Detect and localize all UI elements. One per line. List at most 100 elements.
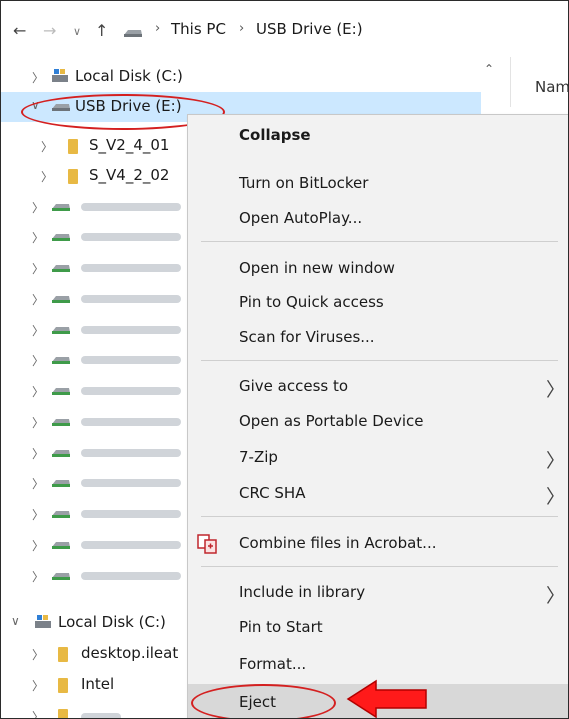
network-drive-icon (52, 204, 70, 211)
chevron-right-icon[interactable]: 〉 (32, 260, 44, 277)
tree-item-label: Intel (81, 675, 115, 693)
network-drive-icon (52, 265, 70, 272)
tree-item-label: desktop.ileat (81, 644, 179, 662)
network-drive-icon (52, 511, 70, 518)
redacted-label (81, 233, 181, 241)
tree-item-label: Local Disk (C:) (58, 613, 166, 631)
breadcrumb-this-pc[interactable]: This PC (171, 20, 226, 38)
chevron-right-icon[interactable]: 〉 (32, 414, 44, 431)
drive-icon (124, 30, 142, 37)
network-drive-icon (52, 480, 70, 487)
redacted-label (81, 326, 181, 334)
chevron-right-icon[interactable]: 〉 (32, 69, 44, 86)
chevron-right-icon[interactable]: 〉 (32, 199, 44, 216)
chevron-right-icon[interactable]: 〉 (41, 168, 53, 185)
chevron-right-icon[interactable]: 〉 (32, 291, 44, 308)
menu-item-label: Pin to Quick access (239, 293, 384, 311)
chevron-down-icon[interactable]: ∨ (11, 614, 20, 628)
redacted-label (81, 387, 181, 395)
breadcrumb-separator-icon: › (155, 21, 161, 36)
chevron-right-icon[interactable]: 〉 (41, 138, 53, 155)
chevron-right-icon[interactable]: 〉 (32, 352, 44, 369)
redacted-label (81, 713, 121, 718)
menu-item-give-access-to[interactable]: Give access to 〉 (188, 370, 568, 404)
redacted-label (81, 479, 181, 487)
folder-icon (68, 139, 78, 154)
chevron-right-icon: 〉 (546, 450, 566, 472)
arrow-up-icon[interactable]: ↑ (95, 21, 108, 40)
breadcrumb-usb-drive[interactable]: USB Drive (E:) (256, 20, 363, 38)
folder-icon (58, 678, 68, 693)
chevron-right-icon[interactable]: 〉 (32, 568, 44, 585)
redacted-label (81, 572, 181, 580)
menu-item-7-zip[interactable]: 7-Zip 〉 (188, 441, 568, 475)
menu-item-scan-for-viruses[interactable]: Scan for Viruses... (188, 321, 568, 355)
network-drive-icon (52, 419, 70, 426)
menu-item-label: Format... (239, 655, 307, 673)
local-disk-icon (35, 615, 51, 628)
menu-item-pin-to-quick-access[interactable]: Pin to Quick access (188, 286, 568, 320)
column-divider (510, 57, 511, 107)
chevron-right-icon[interactable]: 〉 (32, 537, 44, 554)
chevron-right-icon[interactable]: 〉 (32, 646, 44, 663)
network-drive-icon (52, 327, 70, 334)
redacted-label (81, 541, 181, 549)
menu-item-open-in-new-window[interactable]: Open in new window (188, 252, 568, 286)
arrow-right-icon[interactable]: → (43, 21, 56, 40)
menu-item-label: Open AutoPlay... (239, 209, 363, 227)
chevron-down-icon[interactable]: ∨ (73, 25, 81, 38)
menu-item-label: CRC SHA (239, 484, 306, 502)
chevron-right-icon[interactable]: 〉 (32, 475, 44, 492)
scroll-up-icon[interactable]: ⌃ (484, 62, 494, 76)
menu-item-turn-on-bitlocker[interactable]: Turn on BitLocker (188, 167, 568, 201)
menu-item-open-as-portable-device[interactable]: Open as Portable Device (188, 405, 568, 439)
annotation-ellipse-eject (191, 684, 336, 718)
network-drive-icon (52, 296, 70, 303)
menu-separator (201, 516, 558, 517)
menu-item-label: Open as Portable Device (239, 412, 424, 430)
menu-item-include-in-library[interactable]: Include in library 〉 (188, 576, 568, 610)
menu-item-crc-sha[interactable]: CRC SHA 〉 (188, 477, 568, 511)
menu-item-label: Pin to Start (239, 618, 323, 636)
redacted-label (81, 510, 181, 518)
chevron-right-icon[interactable]: 〉 (32, 383, 44, 400)
chevron-right-icon[interactable]: 〉 (32, 677, 44, 694)
chevron-right-icon: 〉 (546, 486, 566, 508)
menu-item-format[interactable]: Format... (188, 648, 568, 682)
menu-item-label: Include in library (239, 583, 366, 601)
menu-item-label: Open in new window (239, 259, 395, 277)
local-disk-icon (52, 69, 68, 82)
address-bar: ← → ∨ ↑ › This PC › USB Drive (E:) (1, 1, 568, 57)
menu-separator (201, 360, 558, 361)
arrow-left-icon[interactable]: ← (13, 21, 26, 40)
chevron-right-icon[interactable]: 〉 (32, 322, 44, 339)
network-drive-icon (52, 573, 70, 580)
folder-icon (68, 169, 78, 184)
chevron-right-icon: 〉 (546, 585, 566, 607)
chevron-right-icon[interactable]: 〉 (32, 708, 44, 718)
name-column-header[interactable]: Nam (535, 78, 568, 96)
menu-item-label: Collapse (239, 126, 311, 144)
redacted-label (81, 356, 181, 364)
redacted-label (81, 264, 181, 272)
menu-item-label: Scan for Viruses... (239, 328, 375, 346)
chevron-right-icon[interactable]: 〉 (32, 506, 44, 523)
menu-item-pin-to-start[interactable]: Pin to Start (188, 611, 568, 645)
menu-item-label: 7-Zip (239, 448, 278, 466)
chevron-right-icon[interactable]: 〉 (32, 445, 44, 462)
chevron-right-icon[interactable]: 〉 (32, 229, 44, 246)
chevron-right-icon: 〉 (546, 379, 566, 401)
menu-separator (201, 241, 558, 242)
menu-separator (201, 566, 558, 567)
menu-item-combine-files-in-acrobat[interactable]: Combine files in Acrobat... (188, 527, 568, 561)
tree-item-label: S_V2_4_01 (89, 136, 170, 154)
breadcrumb-separator-icon: › (239, 21, 245, 36)
redacted-label (81, 418, 181, 426)
tree-item-label: Local Disk (C:) (75, 67, 183, 85)
menu-item-collapse[interactable]: Collapse (188, 119, 568, 153)
folder-icon (58, 709, 68, 718)
menu-item-open-autoplay[interactable]: Open AutoPlay... (188, 202, 568, 236)
context-menu: Collapse Turn on BitLocker Open AutoPlay… (187, 114, 568, 718)
tree-item-local-disk-c[interactable]: 〉 Local Disk (C:) (1, 62, 481, 92)
folder-icon (58, 647, 68, 662)
